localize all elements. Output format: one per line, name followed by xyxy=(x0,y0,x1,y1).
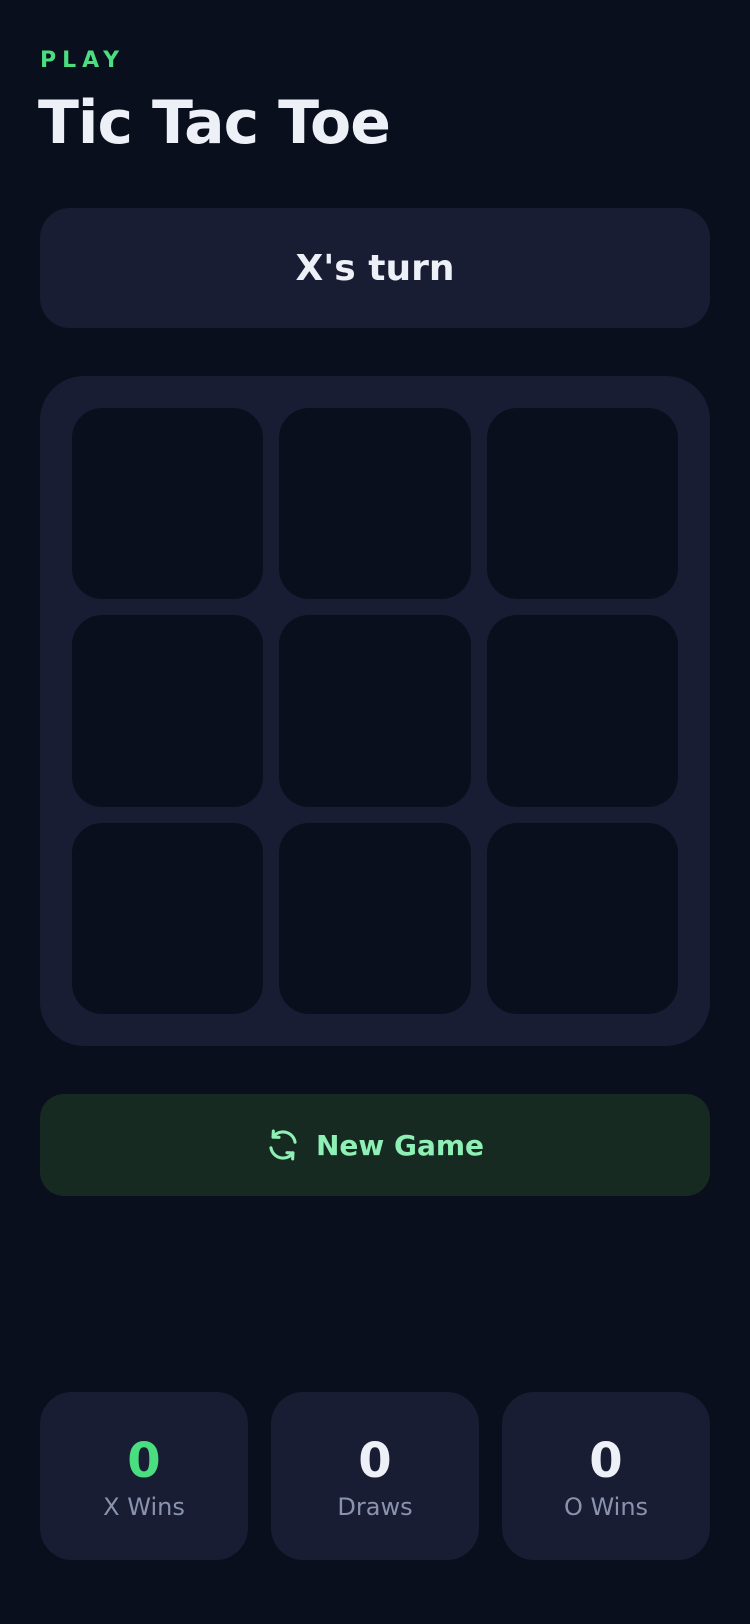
board-cell[interactable] xyxy=(279,408,471,600)
board-cell[interactable] xyxy=(279,822,471,1014)
refresh-icon xyxy=(269,1129,297,1161)
score-card-x: 0 X Wins xyxy=(40,1392,248,1560)
board-cell[interactable] xyxy=(279,615,471,807)
draws-label: Draws xyxy=(337,1493,413,1521)
board-cell[interactable] xyxy=(72,615,264,807)
board-cell[interactable] xyxy=(486,615,678,807)
board-cell[interactable] xyxy=(72,408,264,600)
game-board xyxy=(40,376,710,1046)
draws-count: 0 xyxy=(358,1433,392,1489)
o-wins-count: 0 xyxy=(589,1433,623,1489)
score-card-o: 0 O Wins xyxy=(502,1392,710,1560)
board-cell[interactable] xyxy=(486,408,678,600)
score-card-draws: 0 Draws xyxy=(271,1392,479,1560)
new-game-label: New Game xyxy=(315,1128,485,1162)
new-game-button[interactable]: New Game xyxy=(40,1094,710,1196)
scoreboard: 0 X Wins 0 Draws 0 O Wins xyxy=(40,1392,710,1560)
board-cell[interactable] xyxy=(486,822,678,1014)
section-eyebrow: PLAY xyxy=(40,48,125,73)
turn-status-text: X's turn xyxy=(295,247,455,289)
page-title: Tic Tac Toe xyxy=(38,88,391,158)
x-wins-count: 0 xyxy=(127,1433,161,1489)
o-wins-label: O Wins xyxy=(563,1493,649,1521)
turn-status-card: X's turn xyxy=(40,208,710,328)
board-cell[interactable] xyxy=(72,822,264,1014)
x-wins-label: X Wins xyxy=(103,1493,185,1521)
